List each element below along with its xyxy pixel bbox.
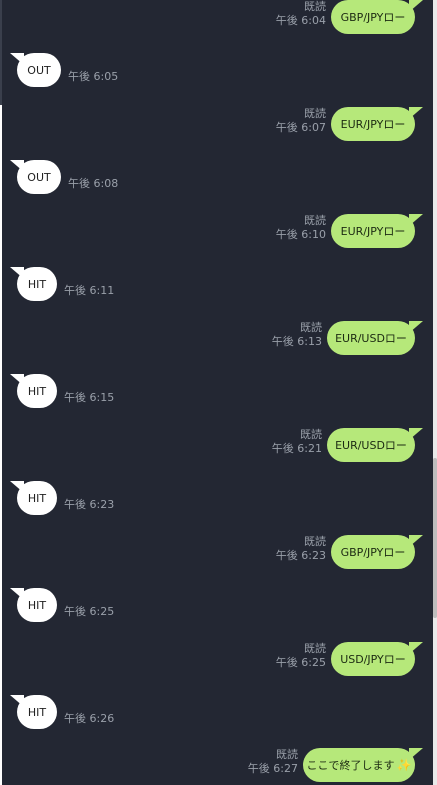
message-text: GBP/JPYロー <box>340 546 406 559</box>
timestamp: 午後 6:25 <box>64 605 115 618</box>
outgoing-message: 既読 午後 6:27 ここで終了します ✨ <box>2 745 433 785</box>
scrollbar-thumb[interactable] <box>433 458 437 618</box>
message-status: 既読 午後 6:23 <box>276 535 326 563</box>
outgoing-message: 既読 午後 6:23 GBP/JPYロー <box>2 532 433 572</box>
incoming-message: 午後 6:05 OUT <box>2 50 433 90</box>
message-status: 既読 午後 6:07 <box>276 107 326 135</box>
read-receipt: 既読 <box>304 0 326 13</box>
timestamp: 午後 6:21 <box>271 442 322 455</box>
message-bubble[interactable]: EUR/USDロー <box>327 321 415 355</box>
timestamp: 午後 6:07 <box>275 121 326 134</box>
message-status: 既読 午後 6:13 <box>272 321 322 349</box>
outgoing-message: 既読 午後 6:10 EUR/JPYロー <box>2 211 433 251</box>
outgoing-message: 既読 午後 6:13 EUR/USDロー <box>2 318 433 358</box>
timestamp: 午後 6:27 <box>247 762 298 775</box>
message-bubble[interactable]: USD/JPYロー <box>331 642 415 676</box>
read-receipt: 既読 <box>304 214 326 227</box>
read-receipt: 既読 <box>300 321 322 334</box>
scrollbar[interactable] <box>433 0 437 785</box>
incoming-message: 午後 6:08 OUT <box>2 157 433 197</box>
message-bubble[interactable]: GBP/JPYロー <box>331 0 415 34</box>
message-text: EUR/JPYロー <box>340 225 406 238</box>
message-bubble[interactable]: HIT <box>17 481 57 515</box>
sparkles-icon: ✨ <box>396 758 412 772</box>
read-receipt: 既読 <box>300 428 322 441</box>
message-bubble[interactable]: HIT <box>17 588 57 622</box>
message-list[interactable]: 既読 午後 6:04 GBP/JPYロー 午後 6:05 OUT 既読 午後 6:07 EUR… <box>2 0 433 785</box>
message-bubble[interactable]: ここで終了します ✨ <box>303 748 415 782</box>
message-text: HIT <box>27 705 47 719</box>
incoming-message: 午後 6:23 HIT <box>2 478 433 518</box>
timestamp: 午後 6:04 <box>275 14 326 27</box>
message-text: HIT <box>27 384 47 398</box>
timestamp: 午後 6:25 <box>275 656 326 669</box>
timestamp: 午後 6:13 <box>271 335 322 348</box>
message-status: 既読 午後 6:27 <box>248 748 298 776</box>
read-receipt: 既読 <box>276 748 298 761</box>
message-status: 既読 午後 6:04 <box>276 0 326 28</box>
message-text: HIT <box>27 491 47 505</box>
message-text: EUR/USDロー <box>335 332 407 345</box>
read-receipt: 既読 <box>304 642 326 655</box>
message-bubble[interactable]: EUR/JPYロー <box>331 214 415 248</box>
message-bubble[interactable]: HIT <box>17 374 57 408</box>
message-bubble[interactable]: GBP/JPYロー <box>331 535 415 569</box>
message-bubble[interactable]: HIT <box>17 267 57 301</box>
incoming-message: 午後 6:25 HIT <box>2 585 433 625</box>
message-text: EUR/JPYロー <box>340 118 406 131</box>
message-text: OUT <box>27 170 51 184</box>
timestamp: 午後 6:11 <box>64 284 115 297</box>
incoming-message: 午後 6:11 HIT <box>2 264 433 304</box>
message-bubble[interactable]: OUT <box>17 160 61 194</box>
message-bubble[interactable]: EUR/JPYロー <box>331 107 415 141</box>
timestamp: 午後 6:26 <box>64 712 115 725</box>
message-status: 既読 午後 6:25 <box>276 642 326 670</box>
timestamp: 午後 6:10 <box>275 228 326 241</box>
message-status: 既読 午後 6:21 <box>272 428 322 456</box>
message-text: ここで終了します <box>306 759 395 772</box>
message-text: HIT <box>27 277 47 291</box>
read-receipt: 既読 <box>304 535 326 548</box>
outgoing-message: 既読 午後 6:25 USD/JPYロー <box>2 639 433 679</box>
outgoing-message: 既読 午後 6:07 EUR/JPYロー <box>2 104 433 144</box>
message-bubble[interactable]: HIT <box>17 695 57 729</box>
timestamp: 午後 6:23 <box>275 549 326 562</box>
timestamp: 午後 6:05 <box>68 70 119 83</box>
message-bubble[interactable]: EUR/USDロー <box>327 428 415 462</box>
incoming-message: 午後 6:26 HIT <box>2 692 433 732</box>
message-text: USD/JPYロー <box>340 653 406 666</box>
message-status: 既読 午後 6:10 <box>276 214 326 242</box>
outgoing-message: 既読 午後 6:04 GBP/JPYロー <box>2 0 433 37</box>
chat-window: 既読 午後 6:04 GBP/JPYロー 午後 6:05 OUT 既読 午後 6:07 EUR… <box>0 0 437 785</box>
message-text: GBP/JPYロー <box>340 11 406 24</box>
timestamp: 午後 6:23 <box>64 498 115 511</box>
message-bubble[interactable]: OUT <box>17 53 61 87</box>
timestamp: 午後 6:15 <box>64 391 115 404</box>
read-receipt: 既読 <box>304 107 326 120</box>
message-text: OUT <box>27 63 51 77</box>
message-text: HIT <box>27 598 47 612</box>
incoming-message: 午後 6:15 HIT <box>2 371 433 411</box>
message-text: EUR/USDロー <box>335 439 407 452</box>
outgoing-message: 既読 午後 6:21 EUR/USDロー <box>2 425 433 465</box>
timestamp: 午後 6:08 <box>68 177 119 190</box>
